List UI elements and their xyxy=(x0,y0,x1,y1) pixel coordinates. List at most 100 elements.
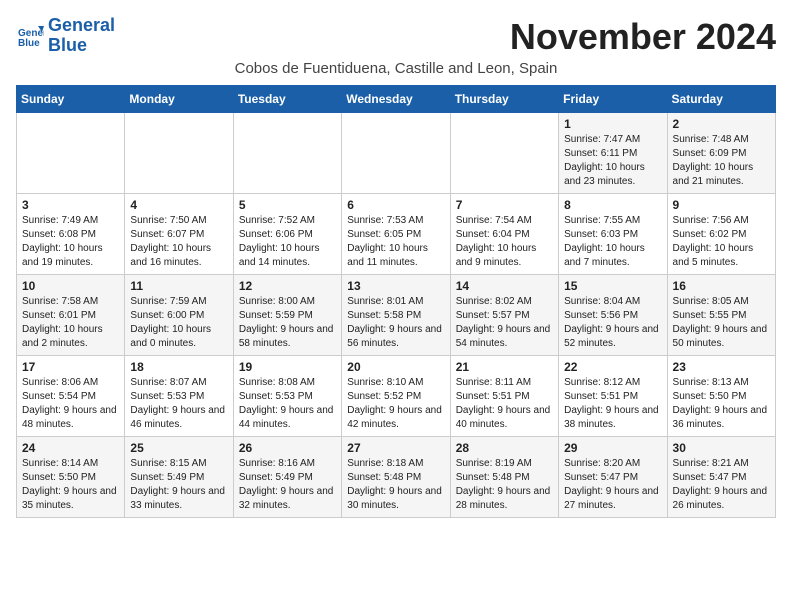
calendar-cell: 1 Sunrise: 7:47 AMSunset: 6:11 PMDaylight… xyxy=(559,113,667,194)
calendar-cell: 20 Sunrise: 8:10 AMSunset: 5:52 PMDayligh… xyxy=(342,356,450,437)
day-info: Sunrise: 7:50 AMSunset: 6:07 PMDaylight:… xyxy=(130,214,227,270)
day-number: 11 xyxy=(130,279,227,293)
logo: General Blue General Blue xyxy=(16,16,115,56)
day-number: 8 xyxy=(564,198,661,212)
day-info: Sunrise: 8:16 AMSunset: 5:49 PMDaylight:… xyxy=(239,457,336,513)
calendar-cell: 25Sunrise: 8:15 AMSunset: 5:49 PMDayligh… xyxy=(125,437,233,518)
calendar-cell: 14 Sunrise: 8:02 AMSunset: 5:57 PMDayligh… xyxy=(450,275,558,356)
day-number: 5 xyxy=(239,198,336,212)
logo-line2: Blue xyxy=(48,36,115,56)
day-number: 12 xyxy=(239,279,336,293)
day-number: 21 xyxy=(456,360,553,374)
day-number: 1 xyxy=(564,117,661,131)
day-info: Sunrise: 7:49 AMSunset: 6:08 PMDaylight:… xyxy=(22,214,119,270)
day-number: 18 xyxy=(130,360,227,374)
calendar-cell: 12 Sunrise: 8:00 AMSunset: 5:59 PMDayligh… xyxy=(233,275,341,356)
day-info: Sunrise: 8:08 AMSunset: 5:53 PMDaylight:… xyxy=(239,376,336,432)
calendar-cell: 21 Sunrise: 8:11 AMSunset: 5:51 PMDayligh… xyxy=(450,356,558,437)
calendar-cell: 18Sunrise: 8:07 AMSunset: 5:53 PMDayligh… xyxy=(125,356,233,437)
day-number: 2 xyxy=(673,117,770,131)
day-info: Sunrise: 7:55 AMSunset: 6:03 PMDaylight:… xyxy=(564,214,661,270)
calendar-cell: 4 Sunrise: 7:50 AMSunset: 6:07 PMDaylight… xyxy=(125,194,233,275)
day-number: 17 xyxy=(22,360,119,374)
day-info: Sunrise: 8:13 AMSunset: 5:50 PMDaylight:… xyxy=(673,376,770,432)
day-info: Sunrise: 8:01 AMSunset: 5:58 PMDaylight:… xyxy=(347,295,444,351)
calendar-cell: 17 Sunrise: 8:06 AMSunset: 5:54 PMDayligh… xyxy=(17,356,125,437)
weekday-header: Friday xyxy=(559,86,667,113)
day-number: 20 xyxy=(347,360,444,374)
day-info: Sunrise: 8:00 AMSunset: 5:59 PMDaylight:… xyxy=(239,295,336,351)
day-number: 4 xyxy=(130,198,227,212)
weekday-header: Wednesday xyxy=(342,86,450,113)
calendar-cell xyxy=(450,113,558,194)
calendar-cell: 15 Sunrise: 8:04 AMSunset: 5:56 PMDayligh… xyxy=(559,275,667,356)
calendar-cell xyxy=(125,113,233,194)
calendar-cell xyxy=(342,113,450,194)
day-info: Sunrise: 8:21 AMSunset: 5:47 PMDaylight:… xyxy=(673,457,770,513)
day-number: 29 xyxy=(564,441,661,455)
weekday-header: Monday xyxy=(125,86,233,113)
day-number: 26 xyxy=(239,441,336,455)
day-info: Sunrise: 7:56 AMSunset: 6:02 PMDaylight:… xyxy=(673,214,770,270)
calendar-cell xyxy=(233,113,341,194)
calendar-cell: 6 Sunrise: 7:53 AMSunset: 6:05 PMDaylight… xyxy=(342,194,450,275)
day-number: 3 xyxy=(22,198,119,212)
day-number: 30 xyxy=(673,441,770,455)
day-info: Sunrise: 7:58 AMSunset: 6:01 PMDaylight:… xyxy=(22,295,119,351)
day-info: Sunrise: 8:19 AMSunset: 5:48 PMDaylight:… xyxy=(456,457,553,513)
calendar-cell: 24 Sunrise: 8:14 AMSunset: 5:50 PMDayligh… xyxy=(17,437,125,518)
day-number: 27 xyxy=(347,441,444,455)
calendar-cell: 23 Sunrise: 8:13 AMSunset: 5:50 PMDayligh… xyxy=(667,356,775,437)
day-number: 7 xyxy=(456,198,553,212)
day-number: 23 xyxy=(673,360,770,374)
day-number: 15 xyxy=(564,279,661,293)
day-info: Sunrise: 8:18 AMSunset: 5:48 PMDaylight:… xyxy=(347,457,444,513)
day-info: Sunrise: 7:52 AMSunset: 6:06 PMDaylight:… xyxy=(239,214,336,270)
day-info: Sunrise: 8:05 AMSunset: 5:55 PMDaylight:… xyxy=(673,295,770,351)
logo-line1: General xyxy=(48,16,115,36)
calendar-cell: 22Sunrise: 8:12 AMSunset: 5:51 PMDayligh… xyxy=(559,356,667,437)
calendar-cell: 13Sunrise: 8:01 AMSunset: 5:58 PMDayligh… xyxy=(342,275,450,356)
day-number: 6 xyxy=(347,198,444,212)
calendar-cell: 28 Sunrise: 8:19 AMSunset: 5:48 PMDayligh… xyxy=(450,437,558,518)
day-info: Sunrise: 8:02 AMSunset: 5:57 PMDaylight:… xyxy=(456,295,553,351)
calendar-cell: 19 Sunrise: 8:08 AMSunset: 5:53 PMDayligh… xyxy=(233,356,341,437)
day-info: Sunrise: 8:06 AMSunset: 5:54 PMDaylight:… xyxy=(22,376,119,432)
calendar-cell: 9 Sunrise: 7:56 AMSunset: 6:02 PMDaylight… xyxy=(667,194,775,275)
calendar-cell: 16 Sunrise: 8:05 AMSunset: 5:55 PMDayligh… xyxy=(667,275,775,356)
weekday-header: Thursday xyxy=(450,86,558,113)
day-info: Sunrise: 7:47 AMSunset: 6:11 PMDaylight:… xyxy=(564,133,661,189)
day-number: 16 xyxy=(673,279,770,293)
calendar-cell: 8 Sunrise: 7:55 AMSunset: 6:03 PMDaylight… xyxy=(559,194,667,275)
day-info: Sunrise: 8:15 AMSunset: 5:49 PMDaylight:… xyxy=(130,457,227,513)
day-info: Sunrise: 8:10 AMSunset: 5:52 PMDaylight:… xyxy=(347,376,444,432)
calendar-cell: 27 Sunrise: 8:18 AMSunset: 5:48 PMDayligh… xyxy=(342,437,450,518)
day-number: 24 xyxy=(22,441,119,455)
day-info: Sunrise: 8:14 AMSunset: 5:50 PMDaylight:… xyxy=(22,457,119,513)
day-info: Sunrise: 8:11 AMSunset: 5:51 PMDaylight:… xyxy=(456,376,553,432)
day-number: 14 xyxy=(456,279,553,293)
day-number: 9 xyxy=(673,198,770,212)
month-title: November 2024 xyxy=(510,16,776,58)
day-info: Sunrise: 7:54 AMSunset: 6:04 PMDaylight:… xyxy=(456,214,553,270)
day-info: Sunrise: 8:04 AMSunset: 5:56 PMDaylight:… xyxy=(564,295,661,351)
calendar-cell: 29 Sunrise: 8:20 AMSunset: 5:47 PMDayligh… xyxy=(559,437,667,518)
day-number: 19 xyxy=(239,360,336,374)
day-info: Sunrise: 7:59 AMSunset: 6:00 PMDaylight:… xyxy=(130,295,227,351)
calendar-table: SundayMondayTuesdayWednesdayThursdayFrid… xyxy=(16,85,776,518)
day-number: 22 xyxy=(564,360,661,374)
location-subtitle: Cobos de Fuentiduena, Castille and Leon,… xyxy=(16,60,776,77)
weekday-header: Saturday xyxy=(667,86,775,113)
calendar-cell: 7 Sunrise: 7:54 AMSunset: 6:04 PMDaylight… xyxy=(450,194,558,275)
calendar-cell: 3 Sunrise: 7:49 AMSunset: 6:08 PMDaylight… xyxy=(17,194,125,275)
day-info: Sunrise: 8:20 AMSunset: 5:47 PMDaylight:… xyxy=(564,457,661,513)
svg-text:Blue: Blue xyxy=(18,38,40,49)
calendar-cell: 26 Sunrise: 8:16 AMSunset: 5:49 PMDayligh… xyxy=(233,437,341,518)
day-number: 28 xyxy=(456,441,553,455)
calendar-cell: 30 Sunrise: 8:21 AMSunset: 5:47 PMDayligh… xyxy=(667,437,775,518)
calendar-cell: 10Sunrise: 7:58 AMSunset: 6:01 PMDayligh… xyxy=(17,275,125,356)
day-info: Sunrise: 7:53 AMSunset: 6:05 PMDaylight:… xyxy=(347,214,444,270)
day-info: Sunrise: 7:48 AMSunset: 6:09 PMDaylight:… xyxy=(673,133,770,189)
calendar-cell: 2 Sunrise: 7:48 AMSunset: 6:09 PMDaylight… xyxy=(667,113,775,194)
calendar-cell xyxy=(17,113,125,194)
